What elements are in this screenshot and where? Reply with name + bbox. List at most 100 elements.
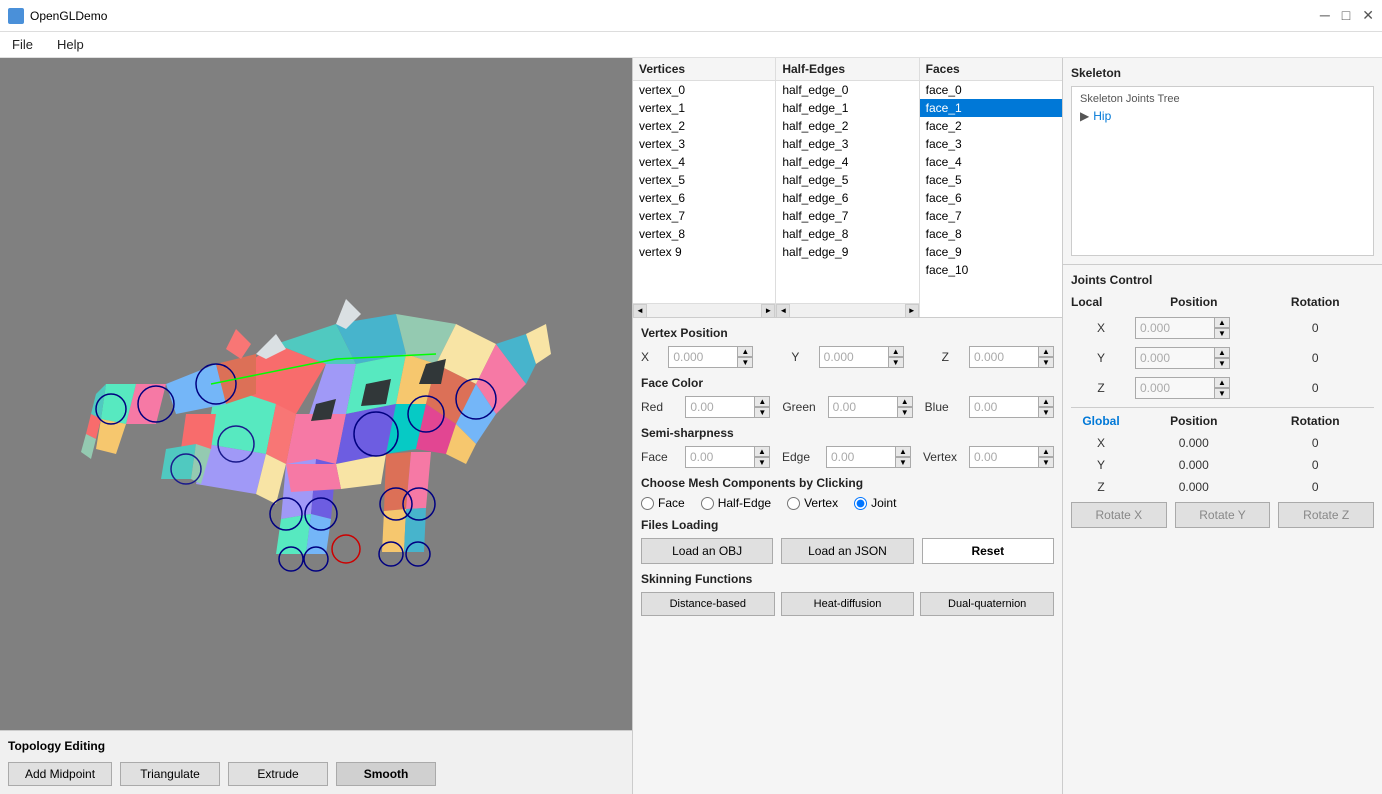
skeleton-tree-hip[interactable]: ▶ Hip	[1076, 107, 1369, 125]
face-item[interactable]: face_8	[920, 225, 1062, 243]
local-x-pos-spin[interactable]: ▲▼	[1214, 317, 1230, 339]
mc-face-radio[interactable]	[641, 497, 654, 510]
ss-face-input[interactable]	[685, 446, 755, 468]
faces-list[interactable]: face_0face_1face_2face_3face_4face_5face…	[920, 81, 1062, 317]
heat-button[interactable]: Heat-diffusion	[781, 592, 915, 616]
he-scroll-right[interactable]: ►	[905, 304, 919, 318]
local-y-pos-input[interactable]	[1135, 347, 1215, 369]
vp-y-input[interactable]	[819, 346, 889, 368]
close-button[interactable]: ✕	[1362, 7, 1374, 24]
face-item[interactable]: face_1	[920, 99, 1062, 117]
half-edge-item[interactable]: half_edge_8	[776, 225, 918, 243]
vertex-item[interactable]: vertex_4	[633, 153, 775, 171]
lz-pos-dn[interactable]: ▼	[1214, 388, 1230, 399]
smooth-button[interactable]: Smooth	[336, 762, 436, 786]
lx-pos-up[interactable]: ▲	[1214, 317, 1230, 328]
half-edge-item[interactable]: half_edge_9	[776, 243, 918, 261]
half-edge-item[interactable]: half_edge_3	[776, 135, 918, 153]
fc-blue-input[interactable]	[969, 396, 1039, 418]
fc-green-up[interactable]: ▲	[897, 396, 913, 407]
local-y-pos-spin[interactable]: ▲▼	[1214, 347, 1230, 369]
ss-edge-up[interactable]: ▲	[895, 446, 911, 457]
minimize-button[interactable]: ─	[1320, 7, 1330, 24]
vp-z-input[interactable]	[969, 346, 1039, 368]
local-z-pos-spin[interactable]: ▲▼	[1214, 377, 1230, 399]
vertices-scroll-left[interactable]: ◄	[633, 304, 647, 318]
vp-x-input[interactable]	[668, 346, 738, 368]
vertex-item[interactable]: vertex_1	[633, 99, 775, 117]
half-edges-hscroll[interactable]: ◄ ►	[776, 303, 918, 317]
vertex-item[interactable]: vertex_5	[633, 171, 775, 189]
vp-x-dn[interactable]: ▼	[737, 357, 753, 368]
maximize-button[interactable]: □	[1342, 7, 1350, 24]
ss-edge-spin[interactable]: ▲▼	[895, 446, 911, 468]
rotate-z-button[interactable]: Rotate Z	[1278, 502, 1374, 528]
ss-face-spin[interactable]: ▲▼	[754, 446, 770, 468]
vp-y-up[interactable]: ▲	[888, 346, 904, 357]
vp-z-spin[interactable]: ▲▼	[1038, 346, 1054, 368]
mc-vertex-option[interactable]: Vertex	[787, 496, 838, 510]
ss-face-dn[interactable]: ▼	[754, 457, 770, 468]
half-edge-item[interactable]: half_edge_5	[776, 171, 918, 189]
half-edge-item[interactable]: half_edge_1	[776, 99, 918, 117]
face-item[interactable]: face_3	[920, 135, 1062, 153]
vp-x-up[interactable]: ▲	[737, 346, 753, 357]
ss-vertex-input[interactable]	[969, 446, 1039, 468]
face-item[interactable]: face_2	[920, 117, 1062, 135]
ss-edge-dn[interactable]: ▼	[895, 457, 911, 468]
lz-pos-up[interactable]: ▲	[1214, 377, 1230, 388]
fc-green-input[interactable]	[828, 396, 898, 418]
menu-file[interactable]: File	[4, 35, 41, 54]
mc-face-option[interactable]: Face	[641, 496, 685, 510]
he-scroll-left[interactable]: ◄	[776, 304, 790, 318]
ss-vertex-spin[interactable]: ▲▼	[1038, 446, 1054, 468]
ss-vertex-dn[interactable]: ▼	[1038, 457, 1054, 468]
add-midpoint-button[interactable]: Add Midpoint	[8, 762, 112, 786]
half-edge-item[interactable]: half_edge_4	[776, 153, 918, 171]
vertex-item[interactable]: vertex_0	[633, 81, 775, 99]
mc-halfedge-option[interactable]: Half-Edge	[701, 496, 771, 510]
load-obj-button[interactable]: Load an OBJ	[641, 538, 773, 564]
half-edges-list[interactable]: half_edge_0half_edge_1half_edge_2half_ed…	[776, 81, 918, 303]
mc-vertex-radio[interactable]	[787, 497, 800, 510]
vertices-list[interactable]: vertex_0vertex_1vertex_2vertex_3vertex_4…	[633, 81, 775, 303]
vertex-item[interactable]: vertex 9	[633, 243, 775, 261]
face-item[interactable]: face_4	[920, 153, 1062, 171]
dual-button[interactable]: Dual-quaternion	[920, 592, 1054, 616]
vp-y-spin[interactable]: ▲▼	[888, 346, 904, 368]
half-edge-item[interactable]: half_edge_0	[776, 81, 918, 99]
fc-blue-up[interactable]: ▲	[1038, 396, 1054, 407]
triangulate-button[interactable]: Triangulate	[120, 762, 220, 786]
mc-joint-option[interactable]: Joint	[854, 496, 896, 510]
ly-pos-dn[interactable]: ▼	[1214, 358, 1230, 369]
vp-z-up[interactable]: ▲	[1038, 346, 1054, 357]
menu-help[interactable]: Help	[49, 35, 92, 54]
ss-edge-input[interactable]	[826, 446, 896, 468]
local-z-pos-input[interactable]	[1135, 377, 1215, 399]
ss-face-up[interactable]: ▲	[754, 446, 770, 457]
mc-halfedge-radio[interactable]	[701, 497, 714, 510]
face-item[interactable]: face_5	[920, 171, 1062, 189]
ly-pos-up[interactable]: ▲	[1214, 347, 1230, 358]
fc-red-spin[interactable]: ▲▼	[754, 396, 770, 418]
fc-blue-spin[interactable]: ▲▼	[1038, 396, 1054, 418]
load-json-button[interactable]: Load an JSON	[781, 538, 913, 564]
face-item[interactable]: face_10	[920, 261, 1062, 279]
vertices-scroll-right[interactable]: ►	[761, 304, 775, 318]
face-item[interactable]: face_6	[920, 189, 1062, 207]
fc-green-dn[interactable]: ▼	[897, 407, 913, 418]
local-x-pos-input[interactable]	[1135, 317, 1215, 339]
fc-green-spin[interactable]: ▲▼	[897, 396, 913, 418]
vp-y-dn[interactable]: ▼	[888, 357, 904, 368]
fc-blue-dn[interactable]: ▼	[1038, 407, 1054, 418]
reset-button[interactable]: Reset	[922, 538, 1054, 564]
vertex-item[interactable]: vertex_8	[633, 225, 775, 243]
fc-red-up[interactable]: ▲	[754, 396, 770, 407]
rotate-y-button[interactable]: Rotate Y	[1175, 502, 1271, 528]
half-edge-item[interactable]: half_edge_7	[776, 207, 918, 225]
vertex-item[interactable]: vertex_3	[633, 135, 775, 153]
face-item[interactable]: face_9	[920, 243, 1062, 261]
face-item[interactable]: face_0	[920, 81, 1062, 99]
skeleton-tree[interactable]: Skeleton Joints Tree ▶ Hip	[1071, 86, 1374, 256]
half-edge-item[interactable]: half_edge_2	[776, 117, 918, 135]
